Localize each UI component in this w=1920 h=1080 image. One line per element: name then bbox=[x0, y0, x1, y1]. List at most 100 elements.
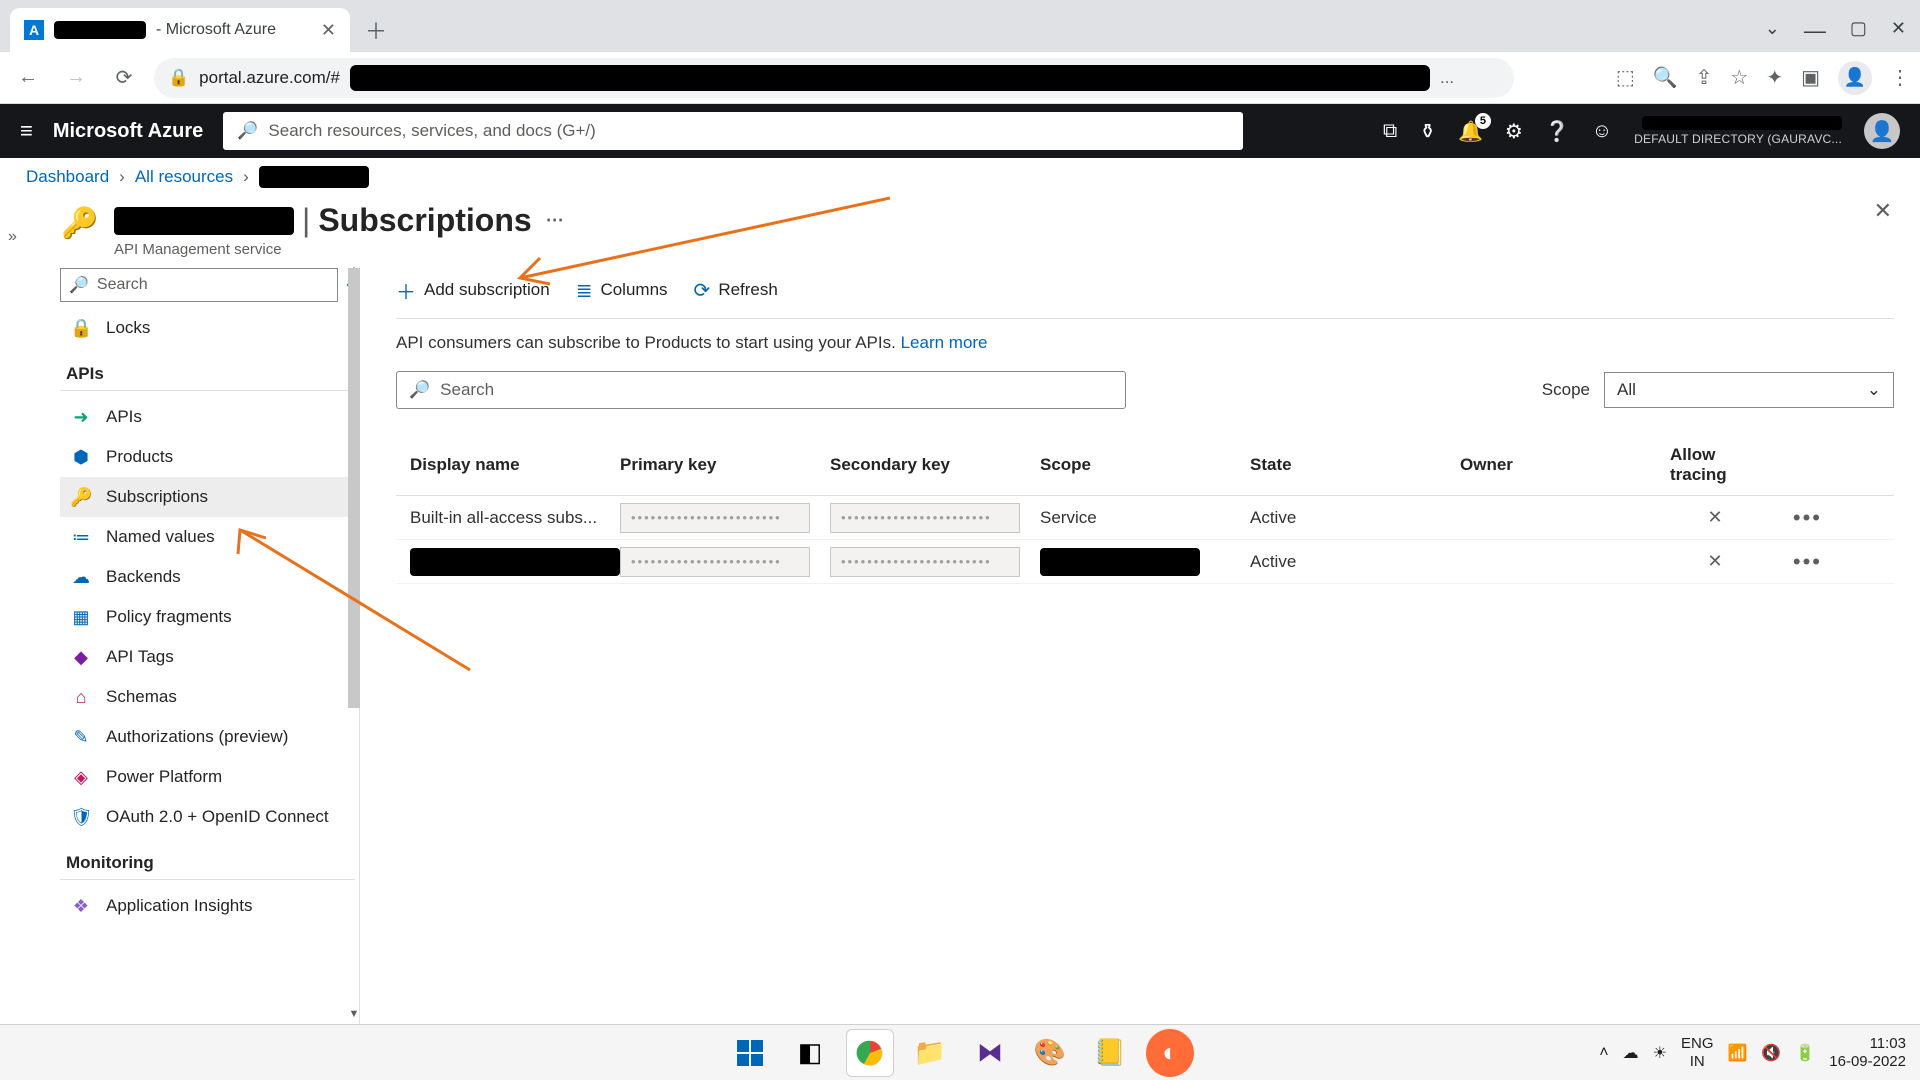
account-avatar[interactable]: 👤 bbox=[1864, 113, 1900, 149]
azure-topbar: ≡ Microsoft Azure 🔎 Search resources, se… bbox=[0, 104, 1920, 158]
lang-line-1: ENG bbox=[1681, 1035, 1714, 1053]
refresh-button[interactable]: ⟳ Refresh bbox=[694, 278, 778, 303]
row-menu-icon[interactable]: ••• bbox=[1760, 549, 1830, 575]
scope-select[interactable]: All ⌄ bbox=[1604, 372, 1894, 408]
notifications-button[interactable]: 🔔 5 bbox=[1458, 119, 1483, 144]
crumb-all-resources[interactable]: All resources bbox=[135, 167, 233, 187]
sidebar-item-oauth[interactable]: 🛡 OAuth 2.0 + OpenID Connect bbox=[60, 797, 355, 837]
content-toolbar: ＋ Add subscription ≣ Columns ⟳ Refresh bbox=[396, 268, 1894, 312]
weather-icon[interactable]: ☀ bbox=[1653, 1043, 1667, 1063]
sidebar-item-backends[interactable]: ☁ Backends bbox=[60, 557, 355, 597]
sidebar-item-schemas[interactable]: ⌂ Schemas bbox=[60, 677, 355, 717]
language-indicator[interactable]: ENG IN bbox=[1681, 1035, 1714, 1071]
postman-taskbar-icon[interactable]: ◐ bbox=[1146, 1029, 1194, 1077]
volume-icon[interactable]: 🔇 bbox=[1761, 1043, 1781, 1063]
filter-icon[interactable]: ⚱ bbox=[1419, 119, 1436, 144]
clock[interactable]: 11:03 16-09-2022 bbox=[1829, 1035, 1906, 1071]
window-maximize-icon[interactable]: ▢ bbox=[1850, 18, 1867, 44]
secondary-key-field[interactable]: ••••••••••••••••••••••• bbox=[830, 503, 1020, 533]
hamburger-icon[interactable]: ≡ bbox=[20, 118, 33, 144]
tracing-disabled-icon: ✕ bbox=[1670, 507, 1760, 528]
table-row[interactable]: ••••••••••••••••••••••• ••••••••••••••••… bbox=[396, 540, 1894, 584]
nav-back-button[interactable]: ← bbox=[10, 60, 46, 96]
sidebar-item-label: OAuth 2.0 + OpenID Connect bbox=[106, 807, 329, 827]
sidebar-item-label: Schemas bbox=[106, 687, 177, 707]
sidebar-item-power-platform[interactable]: ◈ Power Platform bbox=[60, 757, 355, 797]
sidebar-item-apis[interactable]: ➜ APIs bbox=[60, 397, 355, 437]
onedrive-icon[interactable]: ☁ bbox=[1623, 1043, 1639, 1063]
notepad-taskbar-icon[interactable]: 📒 bbox=[1086, 1029, 1134, 1077]
sidebar-item-locks[interactable]: 🔒 Locks bbox=[60, 308, 355, 348]
page-header: 🔑 | Subscriptions ⋯ API Management servi… bbox=[0, 196, 1920, 258]
new-tab-button[interactable]: ＋ bbox=[358, 12, 394, 48]
th-secondary-key[interactable]: Secondary key bbox=[830, 455, 1040, 475]
chrome-taskbar-icon[interactable] bbox=[846, 1029, 894, 1077]
learn-more-link[interactable]: Learn more bbox=[901, 333, 988, 352]
sidebar-item-application-insights[interactable]: ❖ Application Insights bbox=[60, 886, 355, 926]
close-blade-icon[interactable]: ✕ bbox=[1874, 198, 1892, 224]
visual-studio-taskbar-icon[interactable]: ⧓ bbox=[966, 1029, 1014, 1077]
th-state[interactable]: State bbox=[1250, 455, 1460, 475]
feedback-icon[interactable]: ☺ bbox=[1592, 120, 1612, 143]
secondary-key-field[interactable]: ••••••••••••••••••••••• bbox=[830, 547, 1020, 577]
tray-chevron-icon[interactable]: ˄ bbox=[1599, 1044, 1608, 1062]
th-primary-key[interactable]: Primary key bbox=[620, 455, 830, 475]
primary-key-field[interactable]: ••••••••••••••••••••••• bbox=[620, 547, 810, 577]
start-button[interactable] bbox=[726, 1029, 774, 1077]
extensions-icon[interactable]: ✦ bbox=[1766, 65, 1783, 90]
battery-icon[interactable]: 🔋 bbox=[1795, 1043, 1815, 1063]
notification-badge: 5 bbox=[1475, 113, 1491, 129]
zoom-icon[interactable]: 🔍 bbox=[1653, 65, 1678, 90]
sidebar-item-label: Backends bbox=[106, 567, 181, 587]
page-more-icon[interactable]: ⋯ bbox=[546, 210, 564, 231]
window-minimize-icon[interactable]: — bbox=[1804, 18, 1826, 44]
explorer-taskbar-icon[interactable]: 📁 bbox=[906, 1029, 954, 1077]
sidebar-item-named-values[interactable]: ≔ Named values bbox=[60, 517, 355, 557]
th-allow-tracing[interactable]: Allow tracing bbox=[1670, 445, 1760, 485]
th-owner[interactable]: Owner bbox=[1460, 455, 1670, 475]
table-header-row: Display name Primary key Secondary key S… bbox=[396, 435, 1894, 496]
subscriptions-search[interactable]: 🔎 Search bbox=[396, 371, 1126, 409]
tab-close-icon[interactable]: ✕ bbox=[321, 20, 336, 41]
azure-search[interactable]: 🔎 Search resources, services, and docs (… bbox=[223, 112, 1243, 150]
install-app-icon[interactable]: ⬚ bbox=[1616, 65, 1635, 90]
share-icon[interactable]: ⇪ bbox=[1696, 65, 1713, 90]
auth-icon: ✎ bbox=[70, 727, 92, 748]
sidepanel-icon[interactable]: ▣ bbox=[1801, 65, 1820, 90]
sidebar-search[interactable]: 🔎 Search bbox=[60, 268, 338, 302]
sidebar-item-authorizations[interactable]: ✎ Authorizations (preview) bbox=[60, 717, 355, 757]
redaction bbox=[1040, 548, 1200, 576]
nav-forward-button[interactable]: → bbox=[58, 60, 94, 96]
crumb-dashboard[interactable]: Dashboard bbox=[26, 167, 109, 187]
refresh-icon: ⟳ bbox=[694, 278, 711, 303]
window-close-icon[interactable]: ✕ bbox=[1891, 18, 1906, 44]
taskview-icon[interactable]: ◧ bbox=[786, 1029, 834, 1077]
sidebar-scrollbar[interactable] bbox=[348, 268, 360, 708]
profile-avatar[interactable]: 👤 bbox=[1838, 61, 1872, 95]
address-bar[interactable]: 🔒 portal.azure.com/# ... bbox=[154, 58, 1514, 98]
table-row[interactable]: Built-in all-access subs... ••••••••••••… bbox=[396, 496, 1894, 540]
chrome-menu-icon[interactable]: ⋮ bbox=[1890, 65, 1910, 90]
row-menu-icon[interactable]: ••• bbox=[1760, 505, 1830, 531]
lock-icon: 🔒 bbox=[70, 318, 92, 339]
azure-brand[interactable]: Microsoft Azure bbox=[53, 120, 203, 143]
add-subscription-button[interactable]: ＋ Add subscription bbox=[396, 276, 550, 305]
cloud-shell-icon[interactable]: ⧉ bbox=[1383, 120, 1397, 143]
chevron-down-icon[interactable]: ⌄ bbox=[1765, 18, 1780, 44]
bookmark-icon[interactable]: ☆ bbox=[1730, 65, 1748, 90]
sidebar-item-subscriptions[interactable]: 🔑 Subscriptions bbox=[60, 477, 355, 517]
sidebar-item-products[interactable]: ⬢ Products bbox=[60, 437, 355, 477]
paint-taskbar-icon[interactable]: 🎨 bbox=[1026, 1029, 1074, 1077]
sidebar-item-api-tags[interactable]: ◆ API Tags bbox=[60, 637, 355, 677]
th-display-name[interactable]: Display name bbox=[410, 455, 620, 475]
browser-toolbar: ← → ⟳ 🔒 portal.azure.com/# ... ⬚ 🔍 ⇪ ☆ ✦… bbox=[0, 52, 1920, 104]
sidebar-item-policy-fragments[interactable]: ▦ Policy fragments bbox=[60, 597, 355, 637]
th-scope[interactable]: Scope bbox=[1040, 455, 1250, 475]
primary-key-field[interactable]: ••••••••••••••••••••••• bbox=[620, 503, 810, 533]
columns-button[interactable]: ≣ Columns bbox=[576, 278, 668, 303]
settings-icon[interactable]: ⚙ bbox=[1505, 119, 1523, 144]
help-icon[interactable]: ❔ bbox=[1545, 119, 1570, 144]
browser-tab[interactable]: A - Microsoft Azure ✕ bbox=[10, 8, 350, 52]
nav-reload-button[interactable]: ⟳ bbox=[106, 60, 142, 96]
wifi-icon[interactable]: 📶 bbox=[1728, 1043, 1748, 1063]
